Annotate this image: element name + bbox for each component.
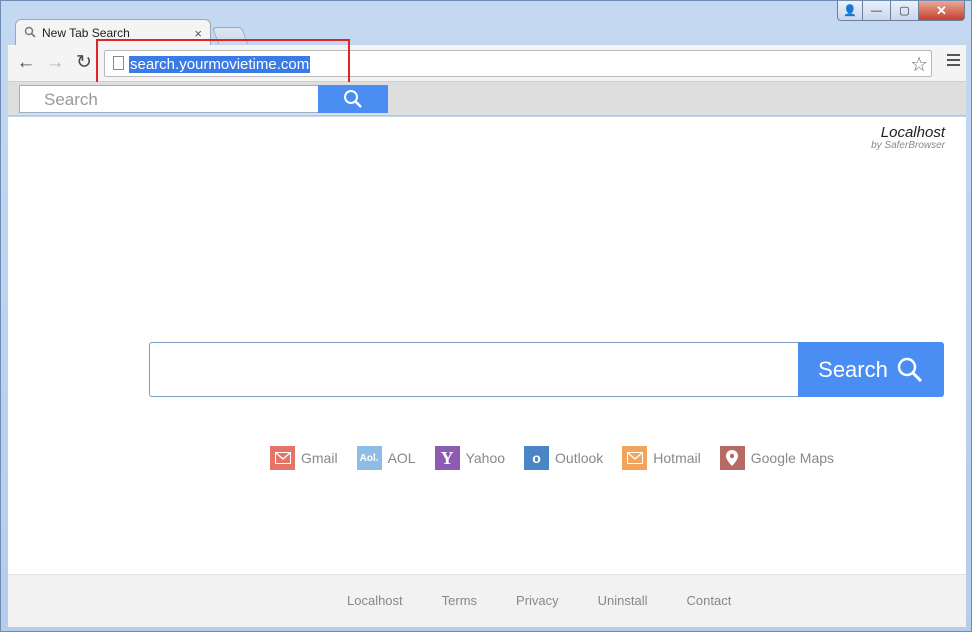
map-pin-icon [719, 446, 745, 470]
hotmail-icon [622, 446, 648, 470]
quick-link-aol[interactable]: Aol. AOL [356, 446, 416, 470]
quick-link-yahoo[interactable]: Y Yahoo [434, 446, 506, 470]
brand-subtitle: by SaferBrowser [871, 140, 945, 151]
footer-link-privacy[interactable]: Privacy [516, 593, 559, 608]
page-footer: Localhost Terms Privacy Uninstall Contac… [8, 574, 966, 627]
quick-link-label: Hotmail [653, 450, 701, 466]
tab-title: New Tab Search [42, 26, 130, 40]
footer-link-localhost[interactable]: Localhost [347, 593, 403, 608]
close-window-button[interactable]: ✕ [919, 1, 965, 21]
reload-icon[interactable]: ↻ [72, 53, 96, 73]
quick-link-label: AOL [387, 450, 416, 466]
quick-links: Gmail Aol. AOL Y Yahoo o Outlook Hotmail [270, 446, 853, 470]
yahoo-icon: Y [434, 446, 460, 470]
url-highlight-box [96, 39, 350, 85]
main-search-button-label: Search [818, 356, 888, 382]
back-arrow-icon[interactable]: ← [14, 53, 38, 73]
quick-link-gmail[interactable]: Gmail [270, 446, 338, 470]
menu-icon[interactable] [947, 54, 960, 69]
extension-search-input[interactable]: Search [19, 85, 319, 113]
gmail-icon [270, 446, 295, 470]
minimize-button[interactable]: — [863, 1, 891, 21]
quick-link-label: Gmail [301, 450, 338, 466]
aol-icon: Aol. [356, 446, 382, 470]
quick-link-label: Outlook [555, 450, 604, 466]
brand-logo: Localhost by SaferBrowser [871, 124, 945, 151]
footer-link-terms[interactable]: Terms [442, 593, 477, 608]
main-search-box: Search [149, 342, 944, 397]
quick-link-label: Google Maps [750, 450, 835, 466]
footer-links: Localhost Terms Privacy Uninstall Contac… [347, 593, 770, 608]
browser-window: 👤 — ▢ ✕ New Tab Search × ← → ↻ search.yo… [0, 0, 972, 632]
search-icon [24, 26, 38, 41]
maximize-button[interactable]: ▢ [891, 1, 919, 21]
bookmark-star-icon[interactable]: ☆ [910, 52, 928, 77]
main-search-input[interactable] [149, 342, 800, 397]
search-icon [344, 90, 362, 108]
search-icon [897, 357, 922, 382]
extension-search-bar: Search [8, 82, 966, 116]
window-controls: 👤 — ▢ ✕ [837, 1, 965, 21]
footer-link-uninstall[interactable]: Uninstall [598, 593, 648, 608]
forward-arrow-icon[interactable]: → [43, 53, 67, 73]
main-search-button[interactable]: Search [798, 342, 944, 397]
footer-link-contact[interactable]: Contact [687, 593, 732, 608]
outlook-icon: o [524, 446, 550, 470]
quick-link-outlook[interactable]: o Outlook [524, 446, 603, 470]
user-profile-button[interactable]: 👤 [837, 1, 863, 21]
extension-search-button[interactable] [318, 85, 388, 113]
quick-link-google-maps[interactable]: Google Maps [719, 446, 835, 470]
quick-link-label: Yahoo [465, 450, 506, 466]
brand-name: Localhost [880, 124, 945, 141]
quick-link-hotmail[interactable]: Hotmail [622, 446, 701, 470]
page-content: Localhost by SaferBrowser Search Gmail A… [8, 117, 966, 627]
